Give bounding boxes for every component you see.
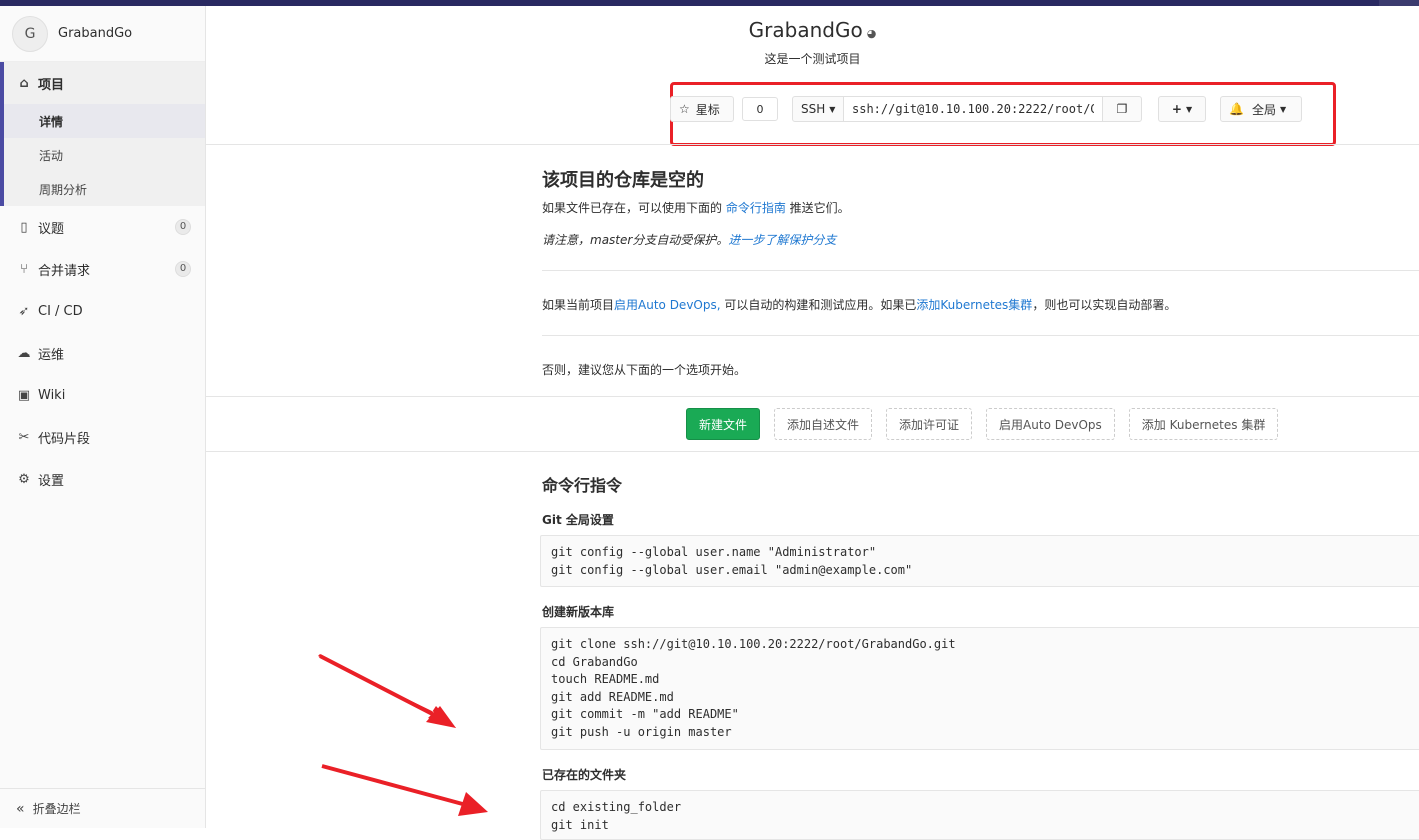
home-icon: ⌂ xyxy=(19,75,29,91)
sidebar-item-label: 合并请求 xyxy=(38,263,91,279)
bell-icon: 🔔 xyxy=(1229,102,1244,116)
note-text: 可以自动的构建和测试应用。如果已 xyxy=(720,298,917,312)
auto-devops-note: 如果当前项目启用Auto DevOps, 可以自动的构建和测试应用。如果已添加K… xyxy=(542,296,1176,313)
start-options-note: 否则，建议您从下面的一个选项开始。 xyxy=(542,363,747,377)
merge-request-icon: ⑂ xyxy=(20,261,28,277)
divider xyxy=(206,144,1419,145)
collapse-sidebar-button[interactable]: « 折叠边栏 xyxy=(0,788,205,828)
add-license-button[interactable]: 添加许可证 xyxy=(886,408,973,440)
sidebar-item-label: 代码片段 xyxy=(38,431,91,447)
hint-text: 如果文件已存在，可以使用下面的 xyxy=(542,201,726,215)
sidebar-item-project[interactable]: ⌂ 项目 xyxy=(0,62,205,104)
project-avatar: G xyxy=(12,15,48,52)
sidebar-item-label: 议题 xyxy=(38,221,65,237)
sidebar-item-label: 运维 xyxy=(38,347,65,363)
sidebar-item-label: CI / CD xyxy=(38,303,83,319)
sidebar-sub-activity[interactable]: 活动 xyxy=(0,138,205,172)
project-title-text: GrabandGo xyxy=(748,18,863,42)
protocol-label: SSH xyxy=(801,102,826,116)
plus-icon: + xyxy=(1171,102,1182,116)
cli-instructions-heading: 命令行指令 xyxy=(542,476,623,495)
scissors-icon: ✂ xyxy=(18,429,30,445)
divider xyxy=(206,451,1419,452)
sidebar-item-wiki[interactable]: ▣ Wiki xyxy=(0,374,205,416)
project-toolbar: ☆ 星标 0 SSH▼ ❐ +▼ 🔔 全局▼ xyxy=(670,96,1302,122)
git-global-setup-heading: Git 全局设置 xyxy=(542,513,614,527)
sidebar-item-merge-requests[interactable]: ⑂ 合并请求 0 xyxy=(0,248,205,290)
sidebar-project-name: GrabandGo xyxy=(58,26,133,41)
sidebar-item-label: Wiki xyxy=(38,387,66,403)
hint-text: 推送它们。 xyxy=(785,201,850,215)
notification-dropdown[interactable]: 🔔 全局 ▼ xyxy=(1220,96,1302,122)
main-content: GrabandGo◕ 这是一个测试项目 ☆ 星标 0 SSH▼ ❐ +▼ 🔔 全… xyxy=(206,6,1419,840)
existing-folder-code: cd existing_folder git init xyxy=(540,790,1419,840)
divider xyxy=(206,396,1419,397)
sidebar-item-issues[interactable]: ▯ 议题 0 xyxy=(0,206,205,248)
git-global-setup-code: git config --global user.name "Administr… xyxy=(540,535,1419,587)
clone-url-group: SSH▼ ❐ xyxy=(792,96,1142,122)
project-title: GrabandGo ◕ xyxy=(206,18,1419,42)
issues-icon: ▯ xyxy=(20,219,28,235)
clone-url-input[interactable] xyxy=(844,96,1102,122)
sidebar-project-header[interactable]: G GrabandGo xyxy=(0,6,205,62)
empty-repo-hint: 如果文件已存在，可以使用下面的 命令行指南 推送它们。 xyxy=(542,199,850,216)
star-count[interactable]: 0 xyxy=(742,97,778,121)
clipboard-icon: ❐ xyxy=(1116,102,1128,116)
sidebar-item-label: 项目 xyxy=(38,77,65,93)
caret-down-icon: ▼ xyxy=(1185,104,1193,114)
gear-icon: ⚙ xyxy=(18,471,30,487)
rocket-icon: ➶ xyxy=(18,303,30,319)
sidebar-sub-cycle-analytics[interactable]: 周期分析 xyxy=(0,172,205,206)
merge-requests-count-badge: 0 xyxy=(175,261,191,277)
star-icon: ☆ xyxy=(679,102,690,116)
cloud-gear-icon: ☁ xyxy=(17,345,31,361)
sidebar-item-settings[interactable]: ⚙ 设置 xyxy=(0,458,205,500)
divider xyxy=(542,335,1419,336)
quick-actions: 新建文件 添加自述文件 添加许可证 启用Auto DevOps 添加 Kuber… xyxy=(686,408,1292,440)
notification-level-label: 全局 xyxy=(1251,102,1276,117)
caret-down-icon: ▼ xyxy=(829,104,836,114)
sidebar-section-project: ⌂ 项目 详情 活动 周期分析 xyxy=(0,62,205,206)
add-kubernetes-cluster-button[interactable]: 添加 Kubernetes 集群 xyxy=(1128,408,1279,440)
enable-auto-devops-link[interactable]: 启用Auto DevOps, xyxy=(614,298,721,312)
sidebar-sub-details[interactable]: 详情 xyxy=(0,104,205,138)
sidebar-item-label: 设置 xyxy=(38,473,65,489)
project-description: 这是一个测试项目 xyxy=(764,52,861,66)
star-label: 星标 xyxy=(695,102,720,117)
sidebar: G GrabandGo ⌂ 项目 详情 活动 周期分析 ▯ 议题 0 ⑂ 合并请… xyxy=(0,6,206,828)
note-text: 请注意，master分支自动受保护。 xyxy=(542,233,729,247)
new-file-button[interactable]: 新建文件 xyxy=(686,408,761,440)
caret-down-icon: ▼ xyxy=(1279,104,1287,114)
protected-branch-note: 请注意，master分支自动受保护。进一步了解保护分支 xyxy=(542,231,836,248)
add-kubernetes-link[interactable]: 添加Kubernetes集群 xyxy=(916,298,1032,312)
sidebar-item-cicd[interactable]: ➶ CI / CD xyxy=(0,290,205,332)
annotation-arrow-2 xyxy=(321,764,488,816)
issues-count-badge: 0 xyxy=(175,219,191,235)
create-repo-code: git clone ssh://git@10.10.100.20:2222/ro… xyxy=(540,627,1419,750)
add-new-dropdown[interactable]: + ▼ xyxy=(1158,96,1206,122)
divider xyxy=(542,270,1419,271)
empty-repo-heading: 该项目的仓库是空的 xyxy=(542,170,704,191)
enable-auto-devops-button[interactable]: 启用Auto DevOps xyxy=(986,408,1115,440)
double-chevron-left-icon: « xyxy=(16,800,25,817)
existing-folder-heading: 已存在的文件夹 xyxy=(542,768,627,782)
collapse-sidebar-label: 折叠边栏 xyxy=(32,802,81,816)
create-repo-heading: 创建新版本库 xyxy=(542,605,615,619)
star-button[interactable]: ☆ 星标 xyxy=(670,96,734,122)
add-readme-button[interactable]: 添加自述文件 xyxy=(774,408,873,440)
cli-guide-link[interactable]: 命令行指南 xyxy=(726,201,786,215)
note-text: 如果当前项目 xyxy=(542,298,615,312)
protected-branch-link[interactable]: 进一步了解保护分支 xyxy=(728,233,836,247)
sidebar-item-snippets[interactable]: ✂ 代码片段 xyxy=(0,416,205,458)
annotation-arrow-1 xyxy=(318,654,456,728)
copy-url-button[interactable]: ❐ xyxy=(1102,96,1142,122)
sidebar-item-operations[interactable]: ☁ 运维 xyxy=(0,332,205,374)
book-icon: ▣ xyxy=(17,387,31,403)
public-globe-icon: ◕ xyxy=(866,27,877,40)
clone-protocol-dropdown[interactable]: SSH ▼ xyxy=(792,96,844,122)
note-text: ，则也可以实现自动部署。 xyxy=(1032,298,1177,312)
